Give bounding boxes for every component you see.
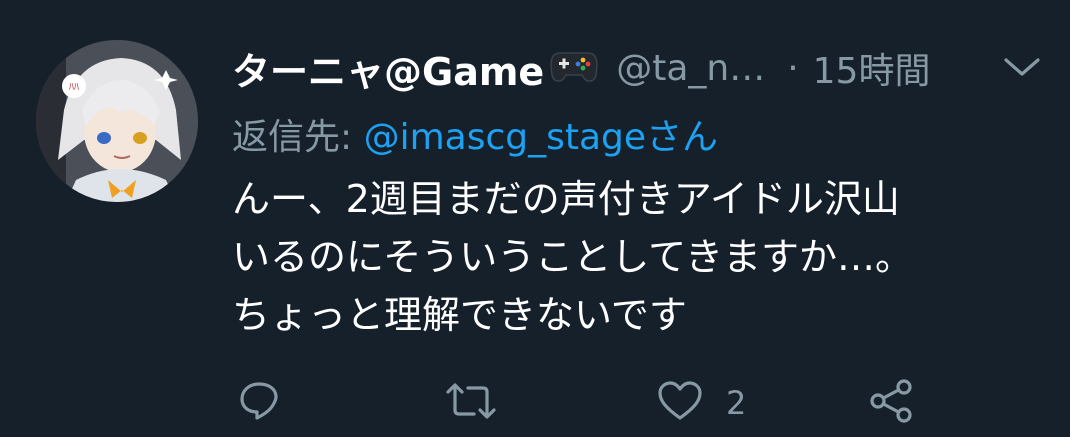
tweet[interactable]: ﾊﾊ ターニャ@Game @ta_n… · 15時間 返信先: @imascg_…	[0, 0, 1070, 437]
retweet-button[interactable]	[444, 378, 498, 428]
avatar[interactable]: ﾊﾊ	[36, 40, 198, 202]
reply-button[interactable]	[236, 378, 282, 428]
reply-icon	[236, 378, 282, 428]
tweet-body-line: ちょっと理解できないです	[232, 293, 687, 337]
header-separator: ·	[787, 47, 799, 89]
tweet-body-line: んー、2週目まだの声付きアイドル沢山	[232, 177, 900, 221]
retweet-icon	[444, 378, 498, 428]
reply-context: 返信先: @imascg_stageさん	[232, 108, 718, 160]
avatar-image: ﾊﾊ	[36, 40, 198, 202]
tweet-body: んー、2週目まだの声付きアイドル沢山 いるのにそういうことしてきますか…。 ちょ…	[232, 170, 1042, 344]
chevron-down-icon[interactable]	[1000, 52, 1044, 82]
share-icon	[866, 378, 918, 428]
reply-prefix: 返信先:	[232, 117, 364, 158]
tweet-timestamp[interactable]: 15時間	[813, 42, 931, 94]
share-button[interactable]	[866, 378, 918, 428]
user-handle[interactable]: @ta_n…	[616, 48, 765, 89]
gamepad-icon	[550, 49, 598, 87]
tweet-body-line: いるのにそういうことしてきますか…。	[232, 235, 913, 279]
tweet-header: ターニャ@Game @ta_n… · 15時間	[232, 40, 930, 96]
heart-icon	[656, 378, 704, 428]
like-button[interactable]: 2	[656, 378, 746, 428]
svg-text:ﾊﾊ: ﾊﾊ	[69, 82, 79, 93]
reply-mention-link[interactable]: @imascg_stageさん	[364, 117, 718, 158]
display-name[interactable]: ターニャ@Game	[232, 41, 544, 96]
action-bar: 2	[0, 378, 1070, 428]
like-count: 2	[726, 384, 747, 422]
